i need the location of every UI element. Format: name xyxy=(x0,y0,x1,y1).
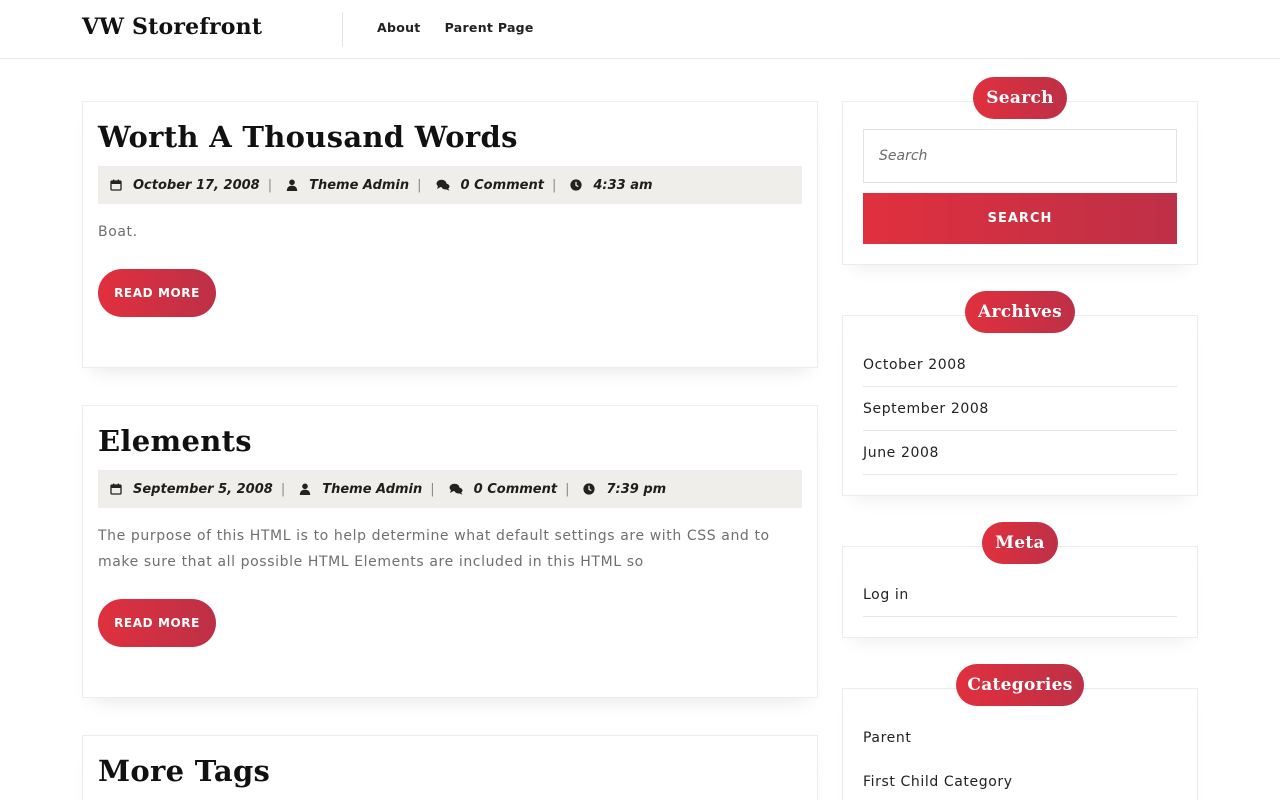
widget-title-search: Search xyxy=(973,77,1067,119)
meta-list: Log in xyxy=(863,573,1177,617)
archives-list: October 2008 September 2008 June 2008 xyxy=(863,343,1177,475)
site-title[interactable]: VW Storefront xyxy=(82,14,262,40)
main-nav: About Parent Page xyxy=(377,20,534,35)
post-date[interactable]: September 5, 2008 xyxy=(133,482,273,497)
post-title[interactable]: Worth A Thousand Words xyxy=(98,120,518,154)
widget-title-archives: Archives xyxy=(965,291,1075,333)
post-card: Worth A Thousand Words October 17, 2008 … xyxy=(82,101,818,368)
nav-item-about[interactable]: About xyxy=(377,20,421,35)
header-divider xyxy=(342,12,343,46)
post-date[interactable]: October 17, 2008 xyxy=(133,178,260,193)
nav-item-parent-page[interactable]: Parent Page xyxy=(445,20,534,35)
post-comments[interactable]: 0 Comment xyxy=(474,482,557,497)
site-header: VW Storefront About Parent Page xyxy=(0,0,1280,59)
search-input[interactable] xyxy=(863,129,1177,183)
search-widget: SEARCH xyxy=(842,101,1198,265)
widget-title-meta: Meta xyxy=(982,522,1058,564)
category-link[interactable]: First Child Category xyxy=(863,760,1177,800)
meta-separator: | xyxy=(430,481,435,497)
user-icon xyxy=(286,179,298,191)
categories-list: Parent First Child Category xyxy=(863,716,1177,800)
archive-link[interactable]: September 2008 xyxy=(863,387,1177,431)
meta-separator: | xyxy=(551,177,557,193)
meta-separator: | xyxy=(267,177,273,193)
archives-widget: October 2008 September 2008 June 2008 xyxy=(842,315,1198,496)
post-author[interactable]: Theme Admin xyxy=(309,178,409,193)
post-meta: September 5, 2008 | Theme Admin | 0 Comm… xyxy=(98,470,802,508)
search-button[interactable]: SEARCH xyxy=(863,193,1177,244)
login-link[interactable]: Log in xyxy=(863,573,1177,617)
post-excerpt: The purpose of this HTML is to help dete… xyxy=(98,528,770,570)
post-meta: October 17, 2008 | Theme Admin | 0 Comme… xyxy=(98,166,802,204)
widget-title-categories: Categories xyxy=(956,664,1084,706)
clock-icon xyxy=(570,179,582,191)
clock-icon xyxy=(583,483,596,495)
post-card: More Tags xyxy=(82,735,818,800)
post-time: 7:39 pm xyxy=(606,481,667,497)
comments-icon xyxy=(436,179,450,191)
comments-icon xyxy=(449,483,463,495)
post-title[interactable]: More Tags xyxy=(98,754,270,788)
user-icon xyxy=(299,483,311,495)
meta-separator: | xyxy=(417,177,422,193)
meta-separator: | xyxy=(565,481,570,497)
archive-link[interactable]: October 2008 xyxy=(863,343,1177,387)
post-card: Elements September 5, 2008 | Theme Admin… xyxy=(82,405,818,698)
post-title[interactable]: Elements xyxy=(98,424,252,458)
read-more-button[interactable]: READ MORE xyxy=(98,269,216,317)
calendar-icon xyxy=(110,179,122,191)
calendar-icon xyxy=(110,483,122,495)
post-excerpt: Boat. xyxy=(98,224,138,240)
read-more-button[interactable]: READ MORE xyxy=(98,599,216,647)
meta-separator: | xyxy=(280,481,286,497)
post-author[interactable]: Theme Admin xyxy=(322,482,422,497)
post-comments[interactable]: 0 Comment xyxy=(461,178,544,193)
category-link[interactable]: Parent xyxy=(863,716,1177,760)
post-time: 4:33 am xyxy=(593,177,653,193)
archive-link[interactable]: June 2008 xyxy=(863,431,1177,475)
